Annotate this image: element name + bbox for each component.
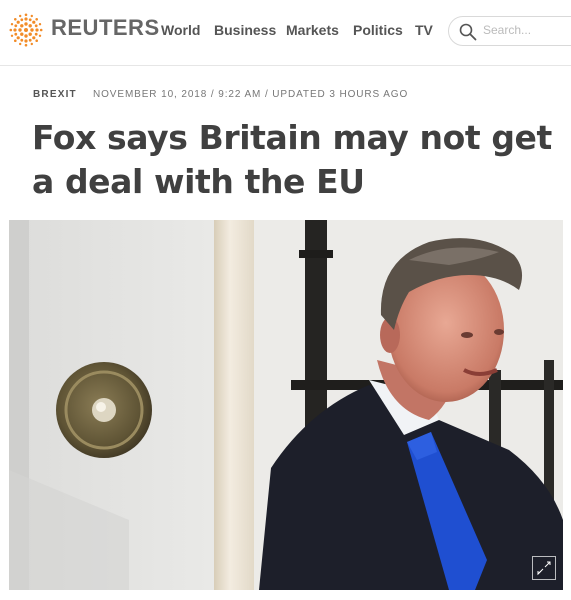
nav-markets[interactable]: Markets xyxy=(286,22,339,38)
expand-icon xyxy=(537,561,551,576)
nav-business[interactable]: Business xyxy=(214,22,276,38)
nav-tv[interactable]: TV xyxy=(415,22,433,38)
search-icon[interactable] xyxy=(459,23,477,41)
article-photo[interactable] xyxy=(9,220,563,590)
search-box[interactable] xyxy=(448,16,571,46)
section-label[interactable]: BREXIT xyxy=(33,89,77,100)
article-dateline: NOVEMBER 10, 2018 / 9:22 AM / UPDATED 3 … xyxy=(93,89,409,100)
search-input[interactable] xyxy=(483,23,571,37)
photo-scene xyxy=(9,220,563,590)
expand-photo-button[interactable] xyxy=(532,556,556,580)
nav-world[interactable]: World xyxy=(161,22,200,38)
site-header: REUTERS World Business Markets Politics … xyxy=(0,0,571,66)
reuters-logo-icon[interactable] xyxy=(9,13,43,47)
brand-wordmark[interactable]: REUTERS xyxy=(51,15,160,41)
nav-politics[interactable]: Politics xyxy=(353,22,403,38)
article-headline: Fox says Britain may not get a deal with… xyxy=(32,118,552,201)
